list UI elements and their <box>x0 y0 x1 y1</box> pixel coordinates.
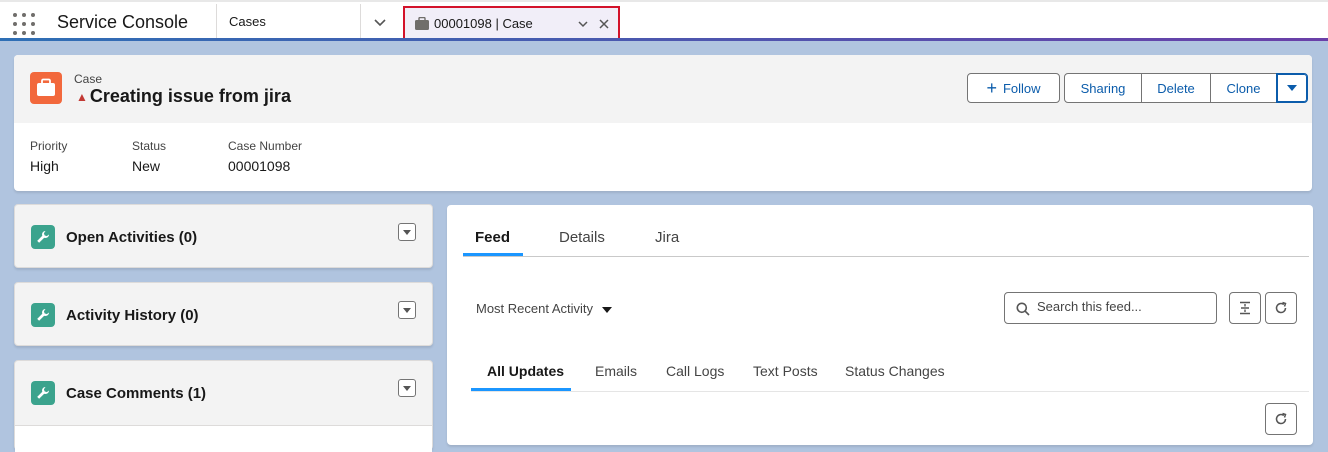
record-object-type: Case <box>74 72 103 86</box>
feed-subtabs: All Updates Emails Call Logs Text Posts … <box>471 351 1309 392</box>
close-icon[interactable] <box>598 18 610 30</box>
divider <box>216 4 217 40</box>
field-label: Priority <box>30 139 68 153</box>
feed-sort-filter[interactable]: Most Recent Activity <box>476 301 593 316</box>
related-card-open-activities: Open Activities (0) <box>14 204 433 268</box>
related-card-case-comments: Case Comments (1) <box>14 360 433 452</box>
field-value: 00001098 <box>228 158 291 174</box>
briefcase-icon <box>415 17 429 30</box>
field-label: Status <box>132 139 167 153</box>
card-menu-button[interactable] <box>398 223 416 241</box>
feed-search[interactable] <box>1004 292 1217 324</box>
wrench-icon <box>31 381 55 405</box>
tab-jira[interactable]: Jira <box>655 229 679 246</box>
field-value: New <box>132 158 161 174</box>
follow-button[interactable]: + Follow <box>967 73 1060 103</box>
divider <box>360 4 361 40</box>
subtab-call-logs[interactable]: Call Logs <box>666 363 724 379</box>
caret-down-icon <box>1287 85 1297 91</box>
card-menu-button[interactable] <box>398 301 416 319</box>
case-object-icon <box>30 72 62 104</box>
record-title-wrap: ▲ Creating issue from jira <box>76 86 291 107</box>
record-tabs: Feed Details Jira <box>463 205 1309 257</box>
active-subtab-indicator <box>471 388 571 391</box>
tab-feed[interactable]: Feed <box>475 229 510 246</box>
search-icon <box>1016 302 1030 316</box>
record-highlights: Case ▲ Creating issue from jira + Follow S… <box>14 55 1312 191</box>
subtab-text-posts[interactable]: Text Posts <box>753 363 818 379</box>
more-actions-button[interactable] <box>1276 73 1308 103</box>
refresh-icon <box>1275 301 1287 314</box>
tab-details[interactable]: Details <box>559 229 605 246</box>
field-priority: Priority High <box>30 139 67 174</box>
card-title[interactable]: Activity History (0) <box>66 307 199 324</box>
record-title: Creating issue from jira <box>89 86 291 106</box>
record-header: Case ▲ Creating issue from jira + Follow S… <box>14 55 1312 123</box>
header-accent-bar <box>0 38 1328 41</box>
plus-icon: + <box>986 78 997 98</box>
workspace-tab-case[interactable]: 00001098 | Case <box>403 6 620 40</box>
app-name: Service Console <box>57 12 189 32</box>
subtab-status-changes[interactable]: Status Changes <box>845 363 945 379</box>
active-tab-indicator <box>463 253 523 256</box>
subtab-all-updates[interactable]: All Updates <box>487 363 564 379</box>
collapse-all-button[interactable] <box>1229 292 1261 324</box>
feed-refresh-button[interactable] <box>1265 403 1297 435</box>
app-launcher-icon[interactable] <box>13 13 35 35</box>
chevron-down-icon[interactable] <box>577 18 589 30</box>
field-value: High <box>30 158 59 174</box>
clone-button[interactable]: Clone <box>1210 73 1277 103</box>
card-menu-button[interactable] <box>398 379 416 397</box>
field-status: Status New <box>132 139 166 174</box>
subtab-emails[interactable]: Emails <box>595 363 637 379</box>
record-main-panel: Feed Details Jira Most Recent Activity A… <box>447 205 1313 445</box>
follow-label: Follow <box>1002 80 1041 96</box>
workspace-tab-label: 00001098 | Case <box>434 16 533 31</box>
refresh-button[interactable] <box>1265 292 1297 324</box>
refresh-icon <box>1275 412 1287 425</box>
global-header: Service Console Cases 00001098 | Case <box>0 0 1328 40</box>
sharing-button[interactable]: Sharing <box>1064 73 1142 103</box>
field-case-number: Case Number 00001098 <box>228 139 302 174</box>
wrench-icon <box>31 303 55 327</box>
chevron-down-icon[interactable] <box>372 14 388 30</box>
related-card-activity-history: Activity History (0) <box>14 282 433 346</box>
card-body <box>15 425 432 452</box>
field-label: Case Number <box>228 139 303 153</box>
wrench-icon <box>31 225 55 249</box>
nav-item-cases[interactable]: Cases <box>229 14 266 29</box>
search-input[interactable] <box>1037 299 1207 314</box>
caret-down-icon[interactable] <box>602 307 612 313</box>
card-title[interactable]: Case Comments (1) <box>66 385 206 402</box>
collapse-icon <box>1240 301 1250 315</box>
delete-button[interactable]: Delete <box>1141 73 1211 103</box>
card-title[interactable]: Open Activities (0) <box>66 229 197 246</box>
priority-flag-icon: ▲ <box>76 90 88 104</box>
